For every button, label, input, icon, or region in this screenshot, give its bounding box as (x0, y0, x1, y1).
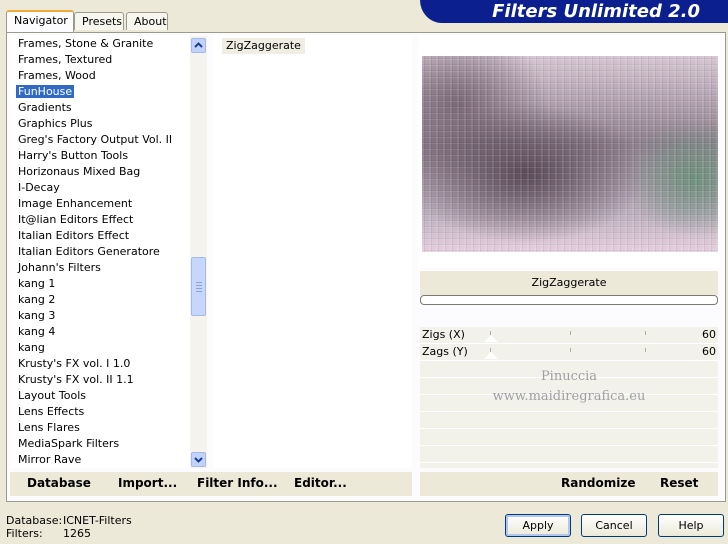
randomize-button[interactable]: Randomize (561, 476, 635, 490)
filter-item-zigzaggerate[interactable]: ZigZaggerate (222, 38, 305, 54)
category-item[interactable]: Horizonaus Mixed Bag (10, 164, 190, 180)
category-label: Greg's Factory Output Vol. II (18, 133, 173, 146)
category-scrollbar[interactable] (190, 36, 207, 468)
help-button[interactable]: Help (658, 514, 724, 537)
category-label: kang 3 (18, 309, 56, 322)
param-row-empty (420, 446, 718, 463)
slider-thumb[interactable] (484, 352, 498, 359)
category-list[interactable]: Frames, Stone & Granite Frames, Textured F… (10, 36, 190, 468)
cancel-button[interactable]: Cancel (581, 514, 647, 537)
category-label: Horizonaus Mixed Bag (18, 165, 141, 178)
param-row-zags[interactable]: Zags (Y) 60 (420, 344, 718, 361)
category-item[interactable]: Lens Flares (10, 420, 190, 436)
category-item[interactable]: Lens Effects (10, 404, 190, 420)
category-label: Italian Editors Effect (18, 229, 130, 242)
category-label: I-Decay (18, 181, 60, 194)
category-item[interactable]: Italian Editors Generatore (10, 244, 190, 260)
tab-navigator[interactable]: Navigator (6, 10, 74, 32)
category-item[interactable]: kang 2 (10, 292, 190, 308)
category-label: Frames, Textured (18, 53, 113, 66)
param-label: Zags (Y) (422, 345, 468, 358)
category-item[interactable]: Mirror Rave (10, 452, 190, 468)
slider-thumb[interactable] (484, 335, 498, 342)
param-value: 60 (702, 328, 716, 341)
category-item[interactable]: Krusty's FX vol. I 1.0 (10, 356, 190, 372)
param-label: Zigs (X) (422, 328, 465, 341)
category-item[interactable]: Gradients (10, 100, 190, 116)
category-item[interactable]: Italian Editors Effect (10, 228, 190, 244)
preview-image (422, 56, 718, 252)
watermark: Pinuccia www.maidiregrafica.eu (420, 367, 718, 417)
category-label: Gradients (18, 101, 72, 114)
category-label: Layout Tools (18, 389, 86, 402)
category-label: kang 1 (18, 277, 56, 290)
category-label: kang (18, 341, 45, 354)
category-item[interactable]: Frames, Textured (10, 52, 190, 68)
category-label: Italian Editors Generatore (18, 245, 160, 258)
category-label: kang 2 (18, 293, 56, 306)
category-item[interactable]: kang 1 (10, 276, 190, 292)
database-button[interactable]: Database (27, 476, 91, 490)
category-item[interactable]: MediaSpark Filters (10, 436, 190, 452)
editor-button[interactable]: Editor... (294, 476, 347, 490)
param-row-empty (420, 429, 718, 446)
category-label: It@lian Editors Effect (18, 213, 134, 226)
action-bar: Database Import... Filter Info... Editor… (10, 472, 412, 496)
category-label: Mirror Rave (18, 453, 82, 466)
scroll-down-button[interactable] (191, 452, 206, 467)
category-label: Harry's Button Tools (18, 149, 129, 162)
param-value: 60 (702, 345, 716, 358)
category-item[interactable]: Harry's Button Tools (10, 148, 190, 164)
database-label: Database: (6, 514, 63, 527)
category-label: FunHouse (16, 85, 75, 98)
category-item[interactable]: FunHouse (10, 84, 190, 100)
category-label: Frames, Wood (18, 69, 96, 82)
category-item[interactable]: Layout Tools (10, 388, 190, 404)
category-item[interactable]: Frames, Stone & Granite (10, 36, 190, 52)
category-item[interactable]: Greg's Factory Output Vol. II (10, 132, 190, 148)
progress-bar (420, 295, 718, 305)
category-label: Johann's Filters (18, 261, 101, 274)
category-item[interactable]: It@lian Editors Effect (10, 212, 190, 228)
category-item[interactable]: Frames, Wood (10, 68, 190, 84)
apply-button[interactable]: Apply (505, 514, 571, 537)
param-row-zigs[interactable]: Zigs (X) 60 (420, 327, 718, 344)
import-button[interactable]: Import... (118, 476, 177, 490)
watermark-name: Pinuccia (540, 369, 598, 384)
database-value: ICNET-Filters (63, 514, 132, 527)
chevron-down-icon (194, 457, 203, 463)
category-label: Krusty's FX vol. I 1.0 (18, 357, 131, 370)
watermark-url: www.maidiregrafica.eu (492, 389, 646, 404)
chevron-up-icon (194, 42, 203, 48)
category-item[interactable]: Image Enhancement (10, 196, 190, 212)
category-item[interactable]: kang (10, 340, 190, 356)
filters-count-value: 1265 (63, 527, 91, 540)
category-label: Image Enhancement (18, 197, 133, 210)
category-label: kang 4 (18, 325, 56, 338)
category-label: Graphics Plus (18, 117, 93, 130)
reset-button[interactable]: Reset (660, 476, 698, 490)
scroll-up-button[interactable] (191, 38, 206, 53)
category-item[interactable]: Graphics Plus (10, 116, 190, 132)
category-item[interactable]: Johann's Filters (10, 260, 190, 276)
scroll-thumb[interactable] (191, 257, 206, 316)
category-item[interactable]: Krusty's FX vol. II 1.1 (10, 372, 190, 388)
category-item[interactable]: I-Decay (10, 180, 190, 196)
category-item[interactable]: kang 3 (10, 308, 190, 324)
category-label: Lens Effects (18, 405, 85, 418)
preset-action-bar: Randomize Reset (420, 472, 718, 496)
tab-about[interactable]: About (126, 12, 168, 30)
app-title: Filters Unlimited 2.0 (420, 0, 728, 23)
category-label: Lens Flares (18, 421, 80, 434)
filter-info-button[interactable]: Filter Info... (197, 476, 278, 490)
category-item[interactable]: kang 4 (10, 324, 190, 340)
filter-list[interactable]: ZigZaggerate (214, 36, 412, 468)
filters-count-label: Filters: (6, 527, 43, 540)
category-label: MediaSpark Filters (18, 437, 120, 450)
current-filter-name: ZigZaggerate (420, 271, 718, 295)
tab-presets[interactable]: Presets (74, 12, 124, 30)
category-label: Frames, Stone & Granite (18, 37, 154, 50)
category-label: Krusty's FX vol. II 1.1 (18, 373, 134, 386)
